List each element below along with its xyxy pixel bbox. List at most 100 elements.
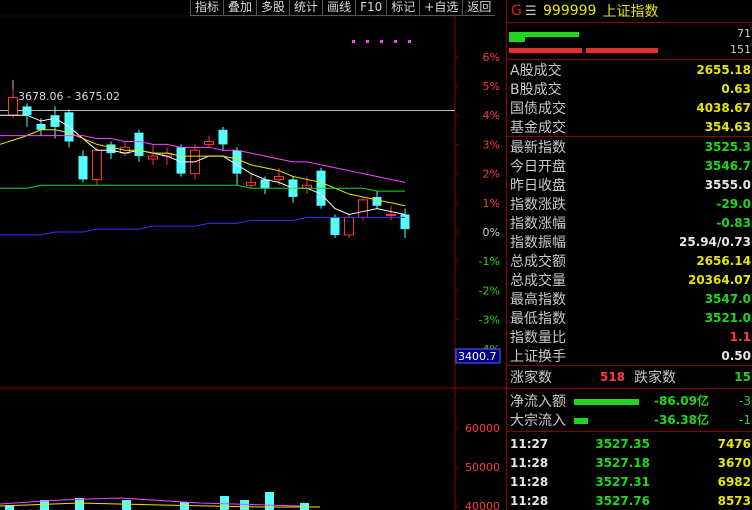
volume-bar bbox=[122, 500, 131, 510]
candle-body bbox=[386, 213, 396, 216]
pct-axis-label: 0% bbox=[483, 226, 500, 239]
index-stat-label: 指数涨幅 bbox=[510, 215, 566, 232]
rise-label: 涨家数 bbox=[510, 370, 552, 386]
volume-bar bbox=[240, 500, 249, 510]
tick-price: 3527.76 bbox=[595, 493, 650, 508]
breadth-bar-red bbox=[509, 48, 582, 53]
toolbar-button-6[interactable]: 标记 bbox=[386, 0, 420, 16]
flow-label: 大宗流入 bbox=[510, 412, 566, 429]
index-stat-value: 25.94/0.73 bbox=[679, 234, 751, 249]
fall-count: 15 bbox=[734, 370, 751, 384]
candle-body bbox=[330, 217, 340, 235]
tick-list[interactable]: 11:27 3527.35 7476 11:28 3527.18 3670 11:28 352… bbox=[507, 432, 752, 510]
pct-axis-label: -3% bbox=[479, 314, 500, 327]
index-stat-label: 总成交量 bbox=[510, 272, 566, 289]
index-stat-value: 0.50 bbox=[721, 348, 751, 363]
index-stat-value: -29.0 bbox=[716, 196, 751, 211]
index-stat-value: 3525.3 bbox=[704, 139, 751, 154]
candle-body bbox=[232, 150, 242, 174]
flow-bar bbox=[574, 417, 589, 424]
ma-line-ma2 bbox=[0, 129, 406, 207]
tick-volume: 6982 bbox=[717, 474, 751, 489]
toolbar-button-2[interactable]: 多股 bbox=[256, 0, 290, 16]
candle-body bbox=[218, 129, 228, 145]
index-stat-row: 指数振幅 25.94/0.73 bbox=[507, 232, 752, 251]
kline-chart[interactable]: 6%5%4%3%2%1%0%-1%-2%-3%-4%60000500004000… bbox=[0, 0, 506, 510]
range-label: 3678.06 - 3675.02 bbox=[18, 90, 120, 103]
tick-time: 11:28 bbox=[510, 455, 549, 470]
candle-body bbox=[148, 155, 158, 160]
ma-line-ma4 bbox=[0, 184, 405, 192]
fall-label: 跌家数 bbox=[634, 370, 677, 386]
tick-time: 11:27 bbox=[510, 436, 549, 451]
toolbar-button-3[interactable]: 统计 bbox=[289, 0, 323, 16]
menu-icon[interactable]: ☰ bbox=[525, 4, 539, 19]
index-stat-label: 上证换手 bbox=[510, 348, 566, 365]
index-stat-row: 指数涨跌 -29.0 bbox=[507, 194, 752, 213]
chart-toolbar: 指标 叠加 多股 统计 画线 F10 标记 +自选 返回 bbox=[190, 0, 496, 16]
index-stats-section: 最新指数 3525.3 今日开盘 3546.7 昨日收盘 3555.0 指数涨跌 -29.0 指… bbox=[507, 137, 752, 366]
toolbar-button-4[interactable]: 画线 bbox=[322, 0, 356, 16]
index-stat-label: 最新指数 bbox=[510, 139, 566, 156]
advance-decline-row: 涨家数 518 跌家数 15 bbox=[507, 366, 752, 389]
index-stat-row: 最低指数 3521.0 bbox=[507, 308, 752, 327]
turnover-row: 国债成交 4038.67 bbox=[507, 98, 752, 117]
turnover-value: 0.63 bbox=[721, 81, 751, 96]
turnover-value: 2655.18 bbox=[696, 62, 751, 77]
candle-body bbox=[274, 176, 284, 180]
index-stat-row: 上证换手 0.50 bbox=[507, 346, 752, 365]
breadth-bar-green-2 bbox=[509, 37, 525, 42]
index-stat-row: 总成交量 20364.07 bbox=[507, 270, 752, 289]
pct-axis-label: 3% bbox=[483, 138, 500, 151]
toolbar-button-0[interactable]: 指标 bbox=[190, 0, 224, 16]
candle-body bbox=[8, 97, 18, 116]
flow-value: -36.38亿 bbox=[654, 413, 709, 427]
flow-row: 大宗流入 -36.38亿 -1 bbox=[507, 410, 752, 429]
ma-line-ma1 bbox=[0, 114, 406, 216]
breadth-value-up: 71 bbox=[737, 27, 751, 40]
index-stat-label: 指数涨跌 bbox=[510, 196, 566, 213]
index-stat-label: 指数振幅 bbox=[510, 234, 566, 251]
volume-bar bbox=[300, 503, 309, 510]
flow-bar bbox=[574, 398, 639, 405]
price-tag-label: 3400.7 bbox=[458, 350, 497, 363]
index-name: 上证指数 bbox=[602, 4, 659, 20]
candle-body bbox=[246, 181, 256, 186]
candle-body bbox=[372, 196, 382, 206]
toolbar-button-5[interactable]: F10 bbox=[355, 0, 387, 16]
quote-header: G ☰ 999999 上证指数 bbox=[507, 0, 752, 23]
tick-time: 11:28 bbox=[510, 474, 549, 489]
tick-volume: 8573 bbox=[717, 493, 751, 508]
index-stat-value: 2656.14 bbox=[696, 253, 751, 268]
group-badge[interactable]: G bbox=[511, 3, 525, 19]
volume-axis-label: 40000 bbox=[465, 500, 500, 510]
toolbar-button-1[interactable]: 叠加 bbox=[223, 0, 257, 16]
turnover-label: B股成交 bbox=[510, 81, 562, 98]
kline-chart-area[interactable]: 6%5%4%3%2%1%0%-1%-2%-3%-4%60000500004000… bbox=[0, 0, 506, 510]
marker-dot bbox=[380, 40, 383, 43]
pct-axis-label: 4% bbox=[483, 109, 500, 122]
toolbar-button-7[interactable]: +自选 bbox=[419, 0, 463, 16]
flow-extra: -3 bbox=[739, 393, 751, 408]
rise-count: 518 bbox=[600, 370, 626, 384]
tick-row: 11:28 3527.18 3670 bbox=[507, 453, 752, 472]
turnover-row: B股成交 0.63 bbox=[507, 79, 752, 98]
flow-extra: -1 bbox=[739, 412, 751, 427]
tick-volume: 7476 bbox=[717, 436, 751, 451]
marker-dot bbox=[366, 40, 369, 43]
index-stat-label: 最高指数 bbox=[510, 291, 566, 308]
candle-body bbox=[204, 140, 214, 145]
candle-body bbox=[344, 216, 354, 236]
candle-body bbox=[260, 179, 270, 189]
candle-body bbox=[400, 214, 410, 230]
turnover-label: A股成交 bbox=[510, 62, 562, 79]
tick-row: 11:27 3527.35 7476 bbox=[507, 434, 752, 453]
candle-body bbox=[92, 149, 102, 180]
candle-body bbox=[22, 106, 32, 116]
volume-axis-label: 60000 bbox=[465, 422, 500, 435]
pct-axis-label: 5% bbox=[483, 80, 500, 93]
tick-row: 11:28 3527.31 6982 bbox=[507, 472, 752, 491]
toolbar-button-8[interactable]: 返回 bbox=[462, 0, 496, 16]
index-stat-row: 今日开盘 3546.7 bbox=[507, 156, 752, 175]
capital-flow-section: 净流入额 -86.09亿 -3 大宗流入 -36.38亿 -1 bbox=[507, 389, 752, 432]
